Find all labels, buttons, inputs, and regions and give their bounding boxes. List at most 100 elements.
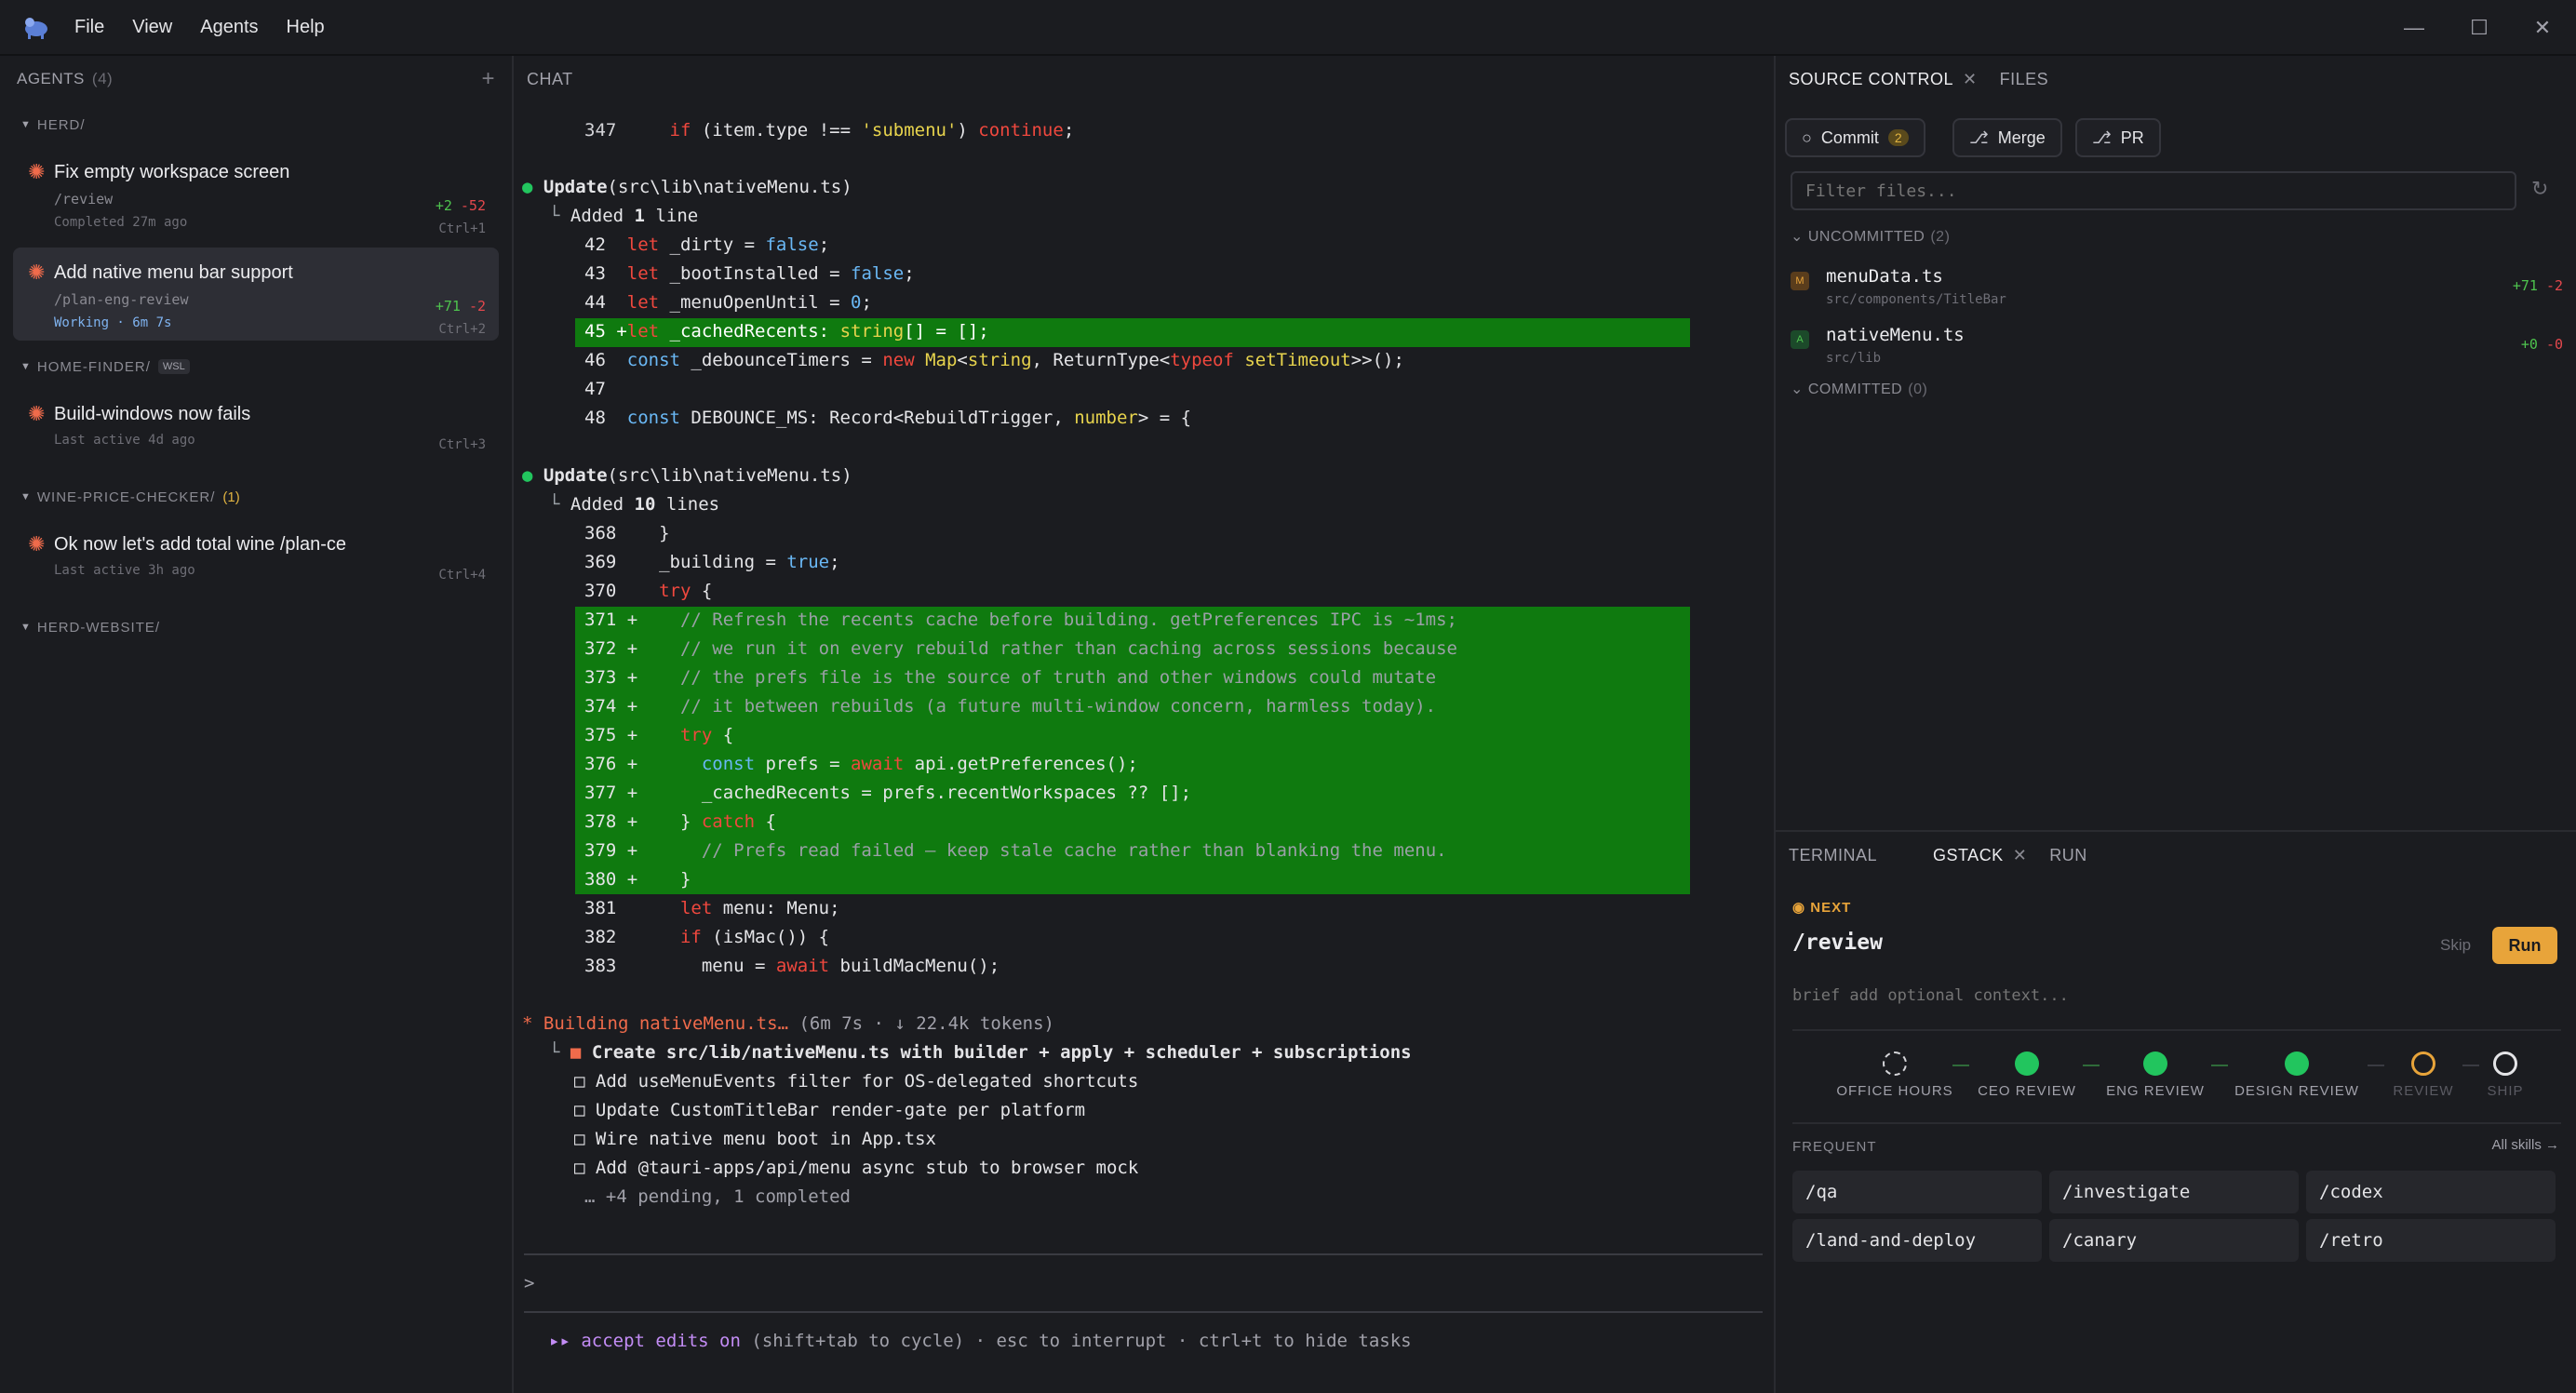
mode-arrows-icon: ▸▸	[549, 1331, 570, 1351]
update-summary: └ Added 1 line	[549, 206, 699, 226]
maximize-icon[interactable]: ☐	[2464, 13, 2494, 43]
skill-qa[interactable]: /qa	[1792, 1171, 2042, 1213]
group-wine-price-checker[interactable]: ▼ WINE-PRICE-CHECKER/ (1)	[0, 478, 512, 516]
file-row[interactable]: A nativeMenu.ts src/lib +0 -0	[1791, 321, 2563, 377]
diff-plus: +0	[2520, 336, 2538, 353]
step-connector	[2211, 1065, 2228, 1066]
group-herd[interactable]: ▼ HERD/	[0, 106, 512, 143]
code-line-added: 45 +let _cachedRecents: string[] = [];	[584, 321, 989, 342]
context-input[interactable]	[1792, 981, 2556, 1011]
skill-investigate[interactable]: /investigate	[2049, 1171, 2299, 1213]
merge-button[interactable]: ⎇ Merge	[1952, 118, 2062, 157]
status-dot-icon: ●	[522, 177, 533, 197]
filter-files-input[interactable]	[1791, 171, 2516, 210]
group-home-finder[interactable]: ▼ HOME-FINDER/ WSL	[0, 348, 512, 385]
minimize-icon[interactable]: —	[2399, 13, 2429, 43]
task-item: □ Add useMenuEvents filter for OS-delega…	[574, 1067, 1138, 1096]
task-checkbox-icon: □	[574, 1158, 585, 1178]
run-button[interactable]: Run	[2492, 927, 2557, 964]
caret-down-icon: ▼	[20, 119, 32, 130]
skill-canary[interactable]: /canary	[2049, 1219, 2299, 1262]
tab-files[interactable]: FILES	[2000, 70, 2049, 89]
input-bottom-divider	[524, 1311, 1763, 1313]
pipeline-divider	[1792, 1122, 2561, 1124]
tab-label: GSTACK	[1933, 845, 2004, 864]
accept-edits-mode[interactable]: accept edits on	[581, 1331, 741, 1351]
step-ceo-review[interactable]: CEO REVIEW	[1973, 1051, 2081, 1099]
tab-run[interactable]: RUN	[2049, 846, 2087, 865]
step-ship[interactable]: SHIP	[2475, 1051, 2535, 1099]
agents-count: (4)	[91, 70, 114, 87]
file-path: src/lib	[1826, 351, 1882, 366]
tab-source-control[interactable]: SOURCE CONTROL ✕	[1789, 70, 1978, 89]
agent-skill: /review	[54, 191, 114, 208]
skill-retro[interactable]: /retro	[2306, 1219, 2556, 1262]
skill-land-and-deploy[interactable]: /land-and-deploy	[1792, 1219, 2042, 1262]
code-line: 47	[584, 379, 606, 399]
status-dot-icon: ●	[522, 465, 533, 486]
code-line-added: 372 + // we run it on every rebuild rath…	[584, 638, 1457, 659]
pending-summary: … +4 pending, 1 completed	[584, 1186, 851, 1207]
agent-item[interactable]: ✺ Build-windows now fails Last active 4d…	[13, 389, 499, 471]
menu-view[interactable]: View	[132, 17, 172, 38]
all-skills-link[interactable]: All skills →	[2491, 1137, 2559, 1153]
group-name: HERD-WEBSITE/	[36, 619, 161, 636]
file-row[interactable]: M menuData.ts src/components/TitleBar +7…	[1791, 262, 2563, 318]
menu-file[interactable]: File	[74, 17, 104, 38]
code-line: 370 try {	[584, 581, 713, 601]
step-design-review[interactable]: DESIGN REVIEW	[2228, 1051, 2366, 1099]
section-count: (0)	[1908, 382, 1928, 397]
step-label: REVIEW	[2393, 1083, 2454, 1099]
menu-help[interactable]: Help	[287, 17, 325, 38]
step-office-hours[interactable]: OFFICE HOURS	[1830, 1051, 1960, 1099]
commit-button[interactable]: ○ Commit 2	[1785, 118, 1925, 157]
step-review[interactable]: REVIEW	[2386, 1051, 2461, 1099]
diff-plus: +71	[2512, 277, 2538, 294]
agent-item[interactable]: ✺ Ok now let's add total wine /plan-ce L…	[13, 519, 499, 601]
refresh-icon[interactable]: ↻	[2531, 177, 2548, 201]
diff-minus: -52	[460, 197, 486, 214]
step-done-icon	[2015, 1051, 2039, 1076]
skip-button[interactable]: Skip	[2440, 936, 2471, 955]
tab-label: RUN	[2049, 845, 2087, 864]
agent-item-active[interactable]: ✺ Add native menu bar support /plan-eng-…	[13, 248, 499, 341]
group-name: HOME-FINDER/	[36, 358, 151, 375]
uncommitted-section[interactable]: ⌄ UNCOMMITTED (2)	[1791, 227, 1950, 246]
step-eng-review[interactable]: ENG REVIEW	[2101, 1051, 2209, 1099]
menu-agents[interactable]: Agents	[200, 17, 258, 38]
pr-button[interactable]: ⎇ PR	[2075, 118, 2161, 157]
agents-header: AGENTS (4) +	[0, 56, 512, 102]
added-prefix: Added	[570, 206, 635, 226]
pull-request-icon: ⎇	[2092, 127, 2112, 147]
add-agent-button[interactable]: +	[481, 66, 495, 92]
status-footer: ▸▸ accept edits on (shift+tab to cycle) …	[549, 1327, 1412, 1356]
agent-shortcut: Ctrl+1	[438, 221, 486, 236]
close-tab-icon[interactable]: ✕	[2013, 846, 2028, 865]
group-herd-website[interactable]: ▼ HERD-WEBSITE/	[0, 609, 512, 646]
agents-title: AGENTS	[17, 70, 85, 87]
tab-gstack[interactable]: GSTACK ✕	[1933, 846, 2027, 865]
diff-plus: +2	[435, 197, 452, 214]
next-label: ◉ NEXT	[1792, 899, 1851, 916]
caret-down-icon: ▼	[20, 361, 32, 372]
agent-status: Working · 6m 7s	[54, 315, 172, 330]
step-label: ENG REVIEW	[2106, 1083, 2205, 1099]
task-item-current: └ ■ Create src/lib/nativeMenu.ts with bu…	[549, 1042, 1412, 1063]
commit-count-badge: 2	[1887, 129, 1909, 146]
task-checkbox-icon: □	[574, 1129, 585, 1149]
diff-minus: -2	[2545, 277, 2563, 294]
agent-title: Ok now let's add total wine /plan-ce	[54, 534, 346, 555]
close-icon[interactable]: ✕	[2528, 13, 2557, 43]
chat-input[interactable]: >	[524, 1269, 1752, 1298]
modified-badge: M	[1791, 272, 1809, 290]
tab-terminal[interactable]: TERMINAL	[1789, 846, 1877, 865]
building-meta: (6m 7s · ↓ 22.4k tokens)	[788, 1013, 1054, 1034]
close-tab-icon[interactable]: ✕	[1963, 70, 1978, 89]
group-name: HERD/	[36, 116, 86, 133]
agent-status: Last active 3h ago	[54, 563, 195, 578]
button-label: Merge	[1997, 127, 2046, 147]
skill-codex[interactable]: /codex	[2306, 1171, 2556, 1213]
agent-title: Build-windows now fails	[54, 404, 251, 424]
agent-item[interactable]: ✺ Fix empty workspace screen /review Com…	[13, 147, 499, 240]
committed-section[interactable]: ⌄ COMMITTED (0)	[1791, 380, 1927, 398]
